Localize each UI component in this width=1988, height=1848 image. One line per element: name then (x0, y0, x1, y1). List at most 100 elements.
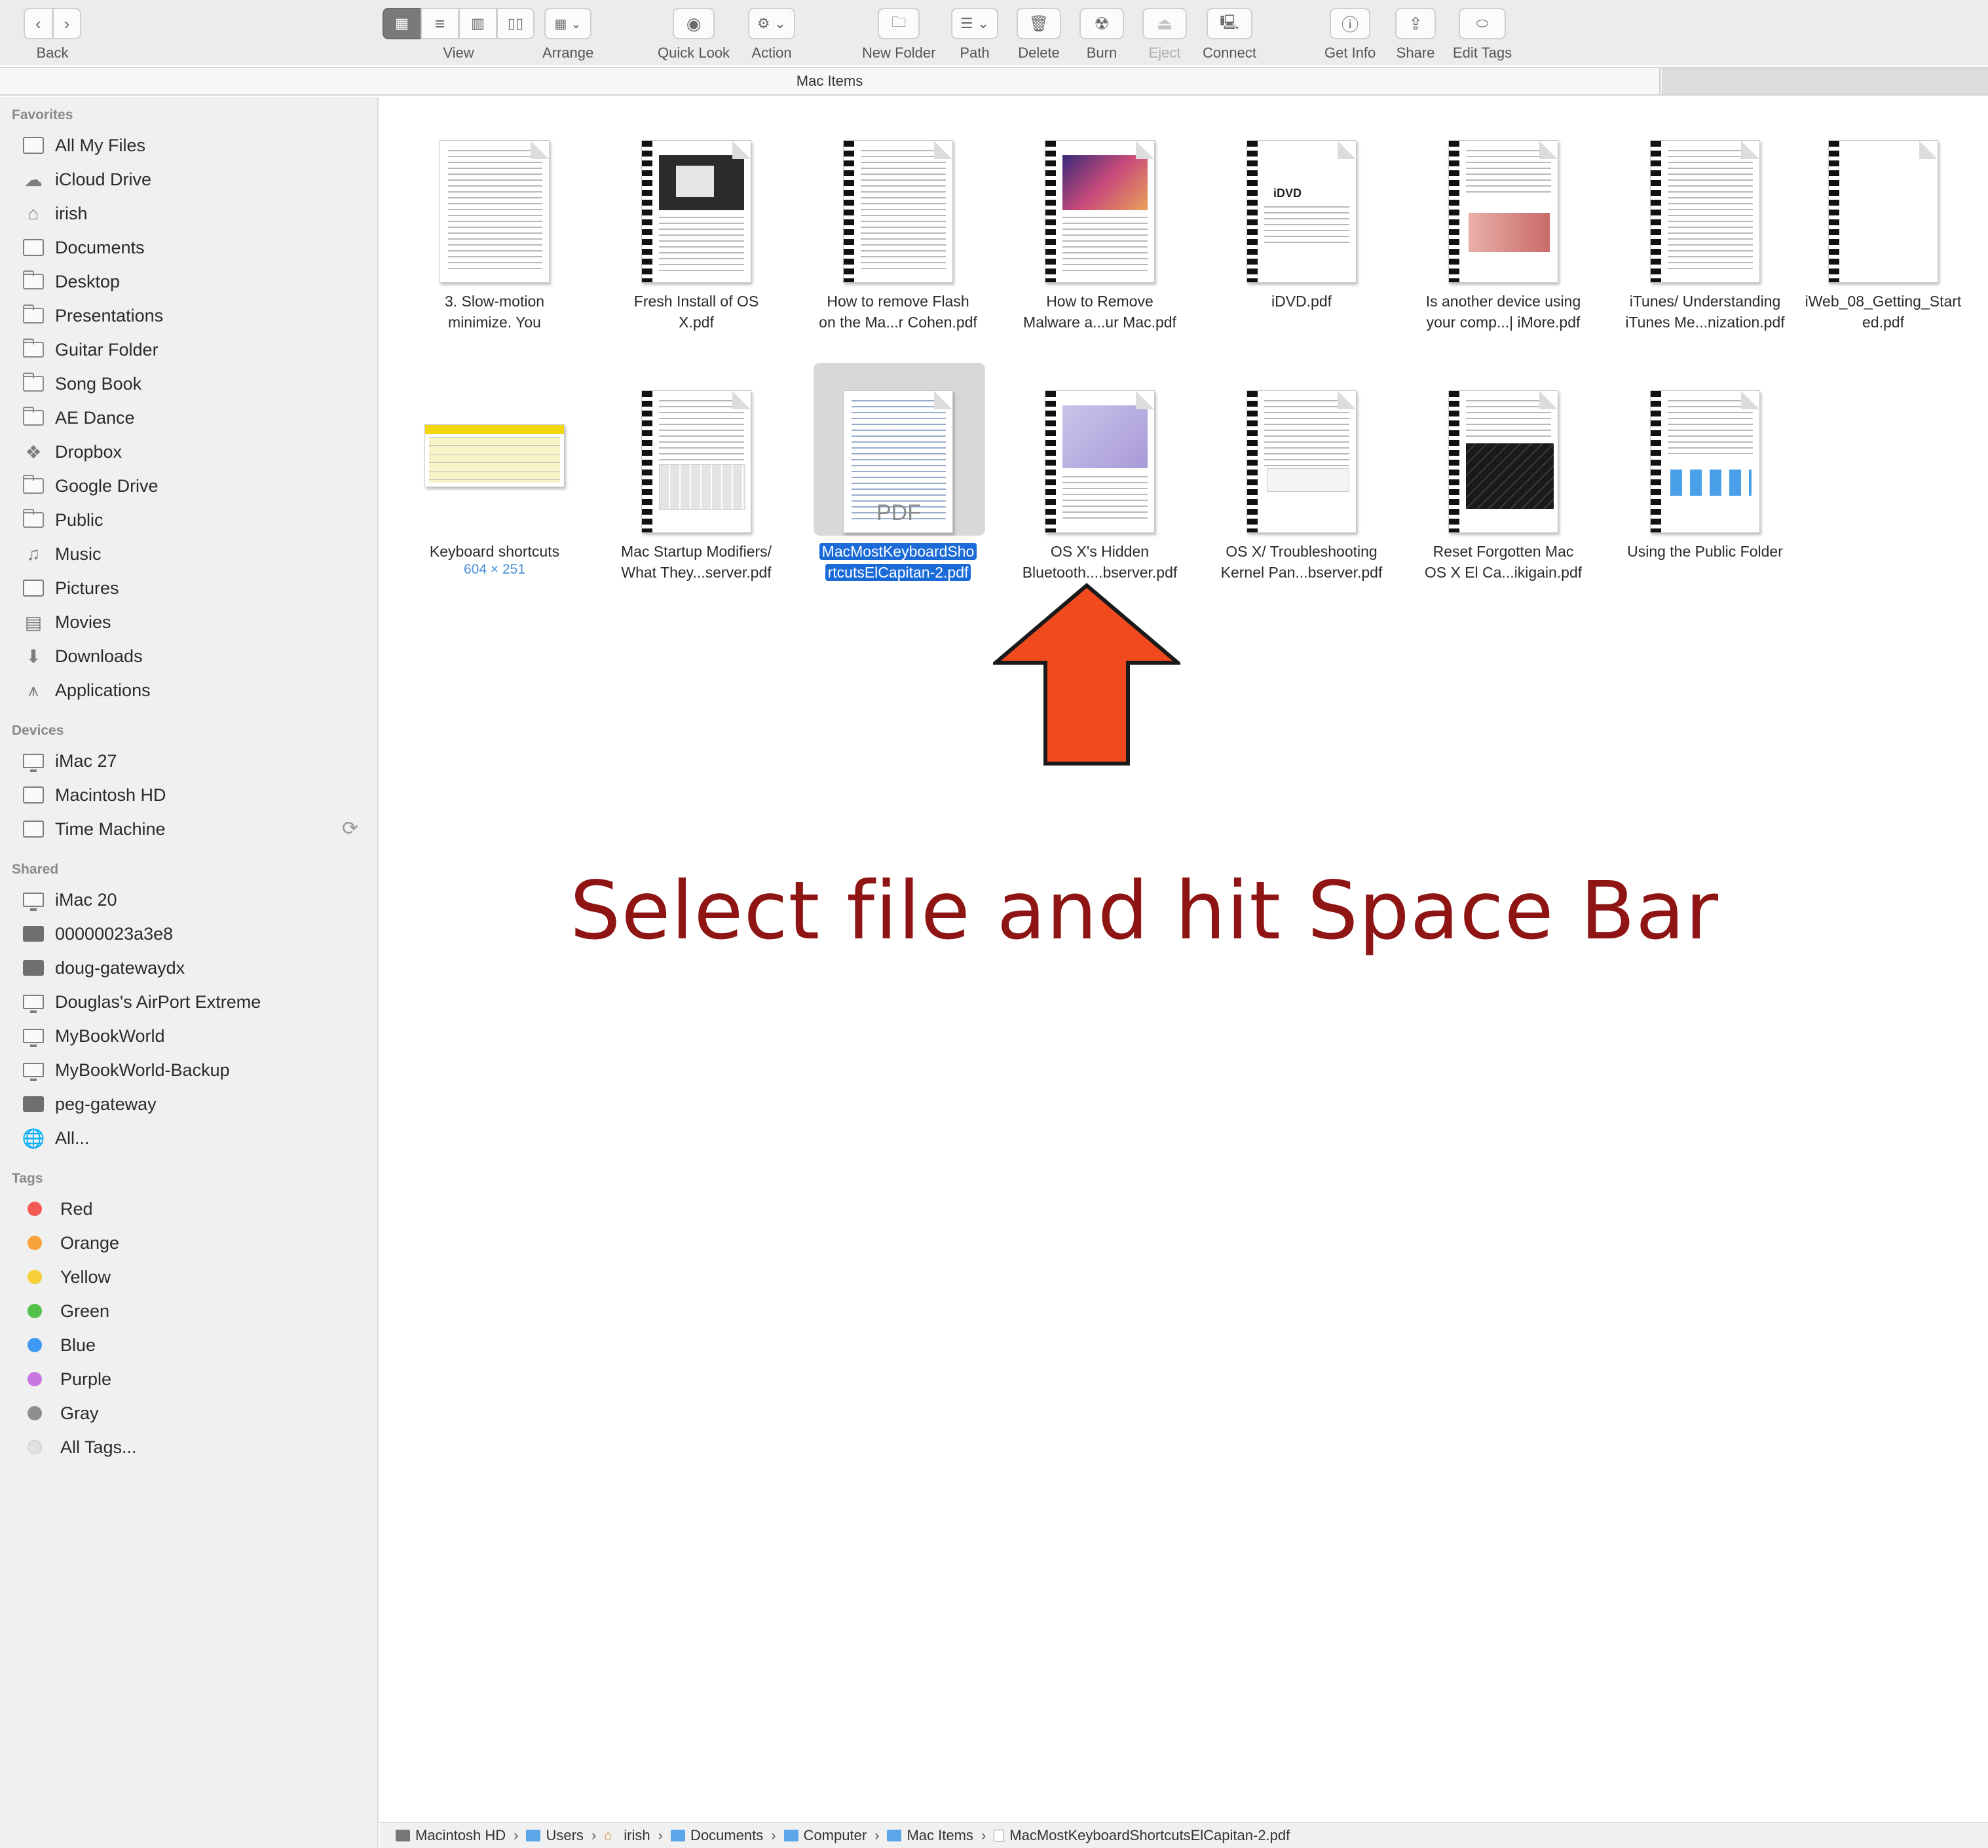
sidebar-item-presentations[interactable]: Presentations (22, 301, 163, 330)
connect-label: Connect (1203, 45, 1256, 61)
breadcrumb-mac-items[interactable]: Mac Items (887, 1827, 973, 1844)
sidebar-item-dropbox[interactable]: ❖ Dropbox (22, 437, 122, 466)
sidebar-item-peg-gateway[interactable]: peg-gateway (22, 1090, 157, 1118)
sidebar-item-applications[interactable]: ⩚ Applications (22, 676, 151, 705)
sidebar-item-movies[interactable]: ▤ Movies (22, 608, 111, 637)
sidebar-item-label: Movies (55, 612, 111, 632)
sidebar-item-documents[interactable]: Documents (22, 233, 145, 262)
server-icon (22, 1094, 45, 1115)
sidebar-item-doug-gatewaydx[interactable]: doug-gatewaydx (22, 953, 185, 982)
breadcrumb-current-file[interactable]: MacMostKeyboardShortcutsElCapitan-2.pdf (994, 1827, 1290, 1844)
server-icon (22, 923, 45, 944)
quicklook-button[interactable]: ◉ (673, 8, 715, 39)
sidebar-item-mybookworld[interactable]: MyBookWorld (22, 1022, 165, 1050)
back-button[interactable]: ‹ (24, 8, 52, 39)
delete-button[interactable]: 🗑 (1017, 8, 1061, 39)
share-button[interactable]: ⇪ (1395, 8, 1436, 39)
file-item[interactable]: iWeb_08_Getting_Start ed.pdf (1788, 113, 1978, 348)
file-item[interactable]: Is another device using your comp...| iMo… (1408, 113, 1598, 348)
file-item[interactable]: OS X's Hidden Bluetooth....bserver.pdf (1005, 363, 1195, 599)
file-item-selected[interactable]: PDF MacMostKeyboardSho rtcutsElCapitan-2.… (803, 363, 993, 599)
breadcrumb-documents[interactable]: Documents (670, 1827, 763, 1844)
sidebar-item-all-shared[interactable]: 🌐 All... (22, 1124, 90, 1153)
arrange-button[interactable]: ▦ ⌄ (544, 8, 592, 39)
action-button[interactable]: ⚙ ⌄ (748, 8, 795, 39)
sidebar-tag-yellow[interactable]: Yellow (22, 1263, 111, 1291)
path-bar: Macintosh HD › Users › ⌂ irish › Document… (380, 1822, 1988, 1848)
sidebar-item-irish[interactable]: ⌂ irish (22, 199, 88, 228)
new-folder-button[interactable]: 🗀 (878, 8, 920, 39)
breadcrumb-computer[interactable]: Computer (783, 1827, 867, 1844)
file-item[interactable]: Using the Public Folder (1610, 363, 1800, 599)
sidebar-item-pictures[interactable]: Pictures (22, 574, 119, 602)
file-item[interactable]: Fresh Install of OS X.pdf (601, 113, 791, 348)
sidebar-item-label: irish (55, 203, 88, 223)
connect-button[interactable]: 🖳 (1206, 8, 1252, 39)
burn-label: Burn (1086, 45, 1117, 61)
breadcrumb-macintosh-hd[interactable]: Macintosh HD (396, 1827, 506, 1844)
arrange-group: ▦ ⌄ Arrange (542, 8, 593, 62)
eject-button[interactable]: ⏏ (1142, 8, 1187, 39)
breadcrumb-irish[interactable]: ⌂ irish (604, 1827, 650, 1844)
sidebar-tag-gray[interactable]: Gray (22, 1399, 99, 1428)
disk-icon (396, 1830, 410, 1841)
sidebar-item-label: All Tags... (60, 1437, 137, 1457)
sidebar-tag-red[interactable]: Red (22, 1194, 93, 1223)
sidebar-item-song-book[interactable]: Song Book (22, 369, 141, 398)
sidebar-item-google-drive[interactable]: Google Drive (22, 471, 159, 500)
sidebar-item-macintosh-hd[interactable]: Macintosh HD (22, 781, 166, 809)
sidebar-item-label: Dropbox (55, 441, 122, 462)
new-folder-icon: 🗀 (891, 14, 907, 30)
sidebar-tag-purple[interactable]: Purple (22, 1365, 111, 1394)
file-item[interactable]: 3. Slow-motion minimize. You (400, 113, 590, 348)
sidebar-item-label: Gray (60, 1403, 99, 1423)
sidebar-tag-orange[interactable]: Orange (22, 1229, 119, 1257)
sidebar-tag-all-tags[interactable]: All Tags... (22, 1433, 137, 1462)
sidebar-tag-blue[interactable]: Blue (22, 1331, 96, 1359)
eject-label: Eject (1148, 45, 1181, 61)
path-button[interactable]: ☰ ⌄ (951, 8, 998, 39)
pdf-thumbnail (843, 140, 953, 283)
sidebar-item-downloads[interactable]: ⬇ Downloads (22, 642, 142, 671)
file-item[interactable]: How to remove Flash on the Ma...r Cohen.p… (803, 113, 993, 348)
sidebar-item-00000023a3e8[interactable]: 00000023a3e8 (22, 919, 173, 948)
file-item[interactable]: Keyboard shortcuts 604 × 251 (400, 363, 590, 599)
sidebar-item-airport-extreme[interactable]: Douglas's AirPort Extreme (22, 988, 261, 1016)
file-item[interactable]: Reset Forgotten Mac OS X El Ca...ikigain.… (1408, 363, 1598, 599)
file-item[interactable]: iTunes/ Understanding iTunes Me...nizatio… (1610, 113, 1800, 348)
sidebar-item-icloud-drive[interactable]: ☁ iCloud Drive (22, 165, 151, 194)
column-view-button[interactable]: ▥ (459, 8, 497, 39)
getinfo-group: ⓘ Get Info (1324, 8, 1376, 62)
tab-bar: Mac Items (0, 67, 1988, 96)
sidebar-item-mybookworld-backup[interactable]: MyBookWorld-Backup (22, 1056, 230, 1084)
list-view-button[interactable]: ≡ (421, 8, 459, 39)
sidebar-item-desktop[interactable]: Desktop (22, 267, 120, 296)
icon-view-button[interactable]: ▦ (383, 8, 421, 39)
sidebar-item-time-machine[interactable]: Time Machine (22, 815, 166, 843)
tag-dot-icon (28, 1406, 42, 1420)
sidebar-item-imac-27[interactable]: iMac 27 (22, 747, 117, 775)
sidebar-item-ae-dance[interactable]: AE Dance (22, 403, 135, 432)
sidebar-item-guitar-folder[interactable]: Guitar Folder (22, 335, 159, 364)
sidebar-item-all-my-files[interactable]: All My Files (22, 131, 145, 160)
sidebar-item-imac-20[interactable]: iMac 20 (22, 885, 117, 914)
tab-mac-items[interactable]: Mac Items (0, 68, 1660, 94)
file-item[interactable]: Mac Startup Modifiers/What They...server… (601, 363, 791, 599)
time-machine-icon (22, 819, 45, 840)
file-item[interactable]: How to Remove Malware a...ur Mac.pdf (1005, 113, 1195, 348)
sidebar-item-music[interactable]: ♫ Music (22, 540, 102, 568)
breadcrumb-users[interactable]: Users (526, 1827, 584, 1844)
get-info-button[interactable]: ⓘ (1330, 8, 1371, 39)
server-icon (22, 957, 45, 978)
burn-button[interactable]: ☢ (1079, 8, 1124, 39)
folder-icon (22, 509, 45, 530)
file-name-line2: What They...server.pdf (621, 564, 772, 581)
sidebar-tag-green[interactable]: Green (22, 1297, 109, 1325)
image-dimensions: 604 × 251 (463, 562, 525, 577)
forward-button[interactable]: › (52, 8, 81, 39)
file-item[interactable]: OS X/ Troubleshooting Kernel Pan...bserve… (1207, 363, 1397, 599)
coverflow-view-button[interactable]: ▯▯ (497, 8, 535, 39)
edit-tags-button[interactable]: ⬭ (1459, 8, 1507, 39)
sidebar-item-public[interactable]: Public (22, 506, 103, 534)
file-item[interactable]: iDVD iDVD.pdf (1207, 113, 1397, 348)
